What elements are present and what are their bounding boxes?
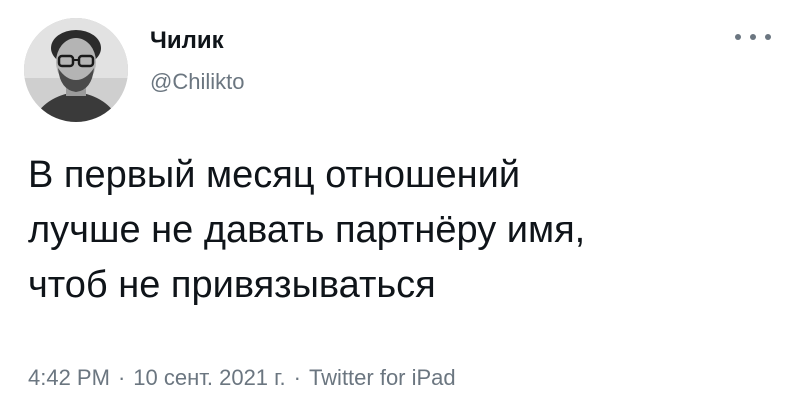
tweet-text-line: лучше не давать партнёру имя,: [28, 209, 586, 251]
tweet-metadata: 4:42 PM · 10 сент. 2021 г. · Twitter for iPa…: [28, 364, 456, 392]
tweet-text-line: чтоб не привязываться: [28, 264, 436, 306]
separator: ·: [117, 365, 126, 390]
author-name[interactable]: Чилик: [150, 26, 224, 56]
dot: [750, 34, 756, 40]
separator: ·: [293, 365, 301, 390]
author-handle[interactable]: @Chilikto: [150, 68, 244, 96]
more-options-icon[interactable]: [735, 28, 771, 46]
tweet-text-line: В первый месяц отношений: [28, 154, 521, 196]
dot: [735, 34, 741, 40]
tweet-text: В первый месяц отношений лучше не давать…: [28, 148, 768, 313]
tweet-date[interactable]: 10 сент. 2021 г.: [133, 365, 285, 390]
avatar[interactable]: [24, 18, 128, 122]
tweet-time[interactable]: 4:42 PM: [28, 365, 110, 390]
tweet-card: Чилик @Chilikto В первый месяц отношений…: [0, 0, 800, 415]
dot: [765, 34, 771, 40]
avatar-image: [24, 18, 128, 122]
tweet-source[interactable]: Twitter for iPad: [309, 365, 456, 390]
